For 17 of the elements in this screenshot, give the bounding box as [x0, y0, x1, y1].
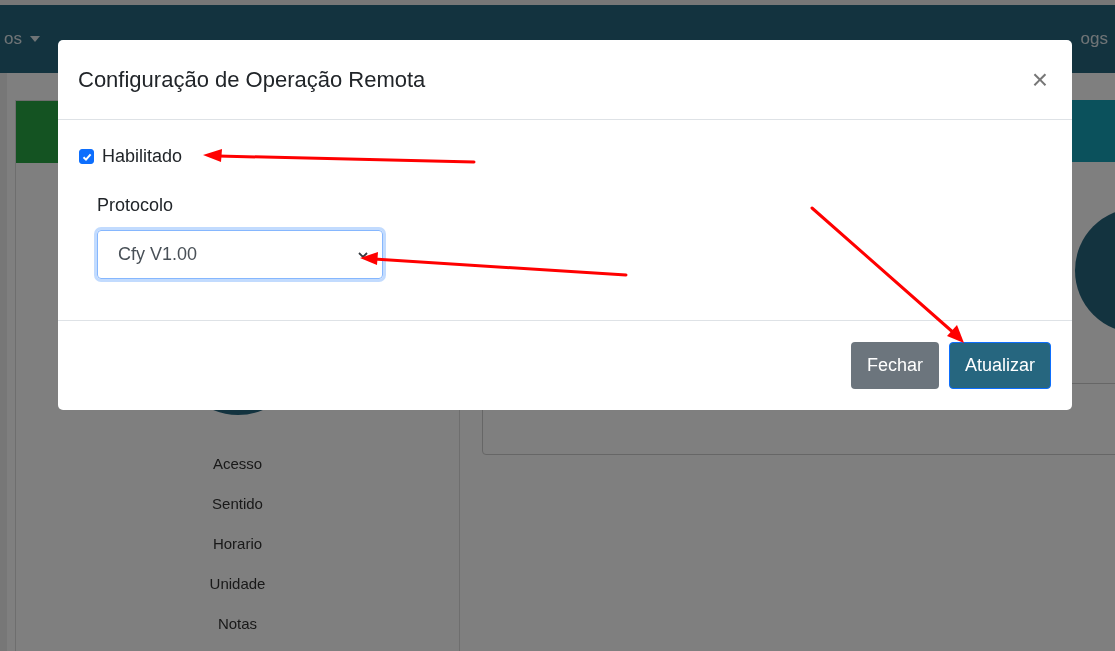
close-button[interactable]: ×: [1027, 65, 1052, 94]
modal-title: Configuração de Operação Remota: [78, 66, 426, 93]
nav-menu-item[interactable]: ogs: [1080, 29, 1108, 49]
caret-icon: [29, 36, 40, 42]
dialog-button[interactable]: Fechar: [850, 342, 939, 389]
chevron-icon: [358, 251, 368, 258]
nav-menu-item[interactable]: os: [4, 29, 40, 49]
dialog-button[interactable]: Atualizar: [948, 342, 1051, 389]
profile-menu-item[interactable]: Unidade: [209, 575, 266, 615]
profile-menu-item[interactable]: Sentido: [212, 495, 263, 535]
checkbox[interactable]: [79, 149, 94, 164]
profile-menu-item[interactable]: Acesso: [212, 455, 263, 495]
checkbox-label: Habilitado: [102, 146, 183, 167]
profile-menu-item[interactable]: Horario: [212, 535, 263, 575]
protocol-select[interactable]: Cfy V1.00: [97, 230, 383, 279]
profile-menu-item[interactable]: Notas: [217, 615, 258, 651]
field-label: Protocolo: [97, 195, 175, 216]
